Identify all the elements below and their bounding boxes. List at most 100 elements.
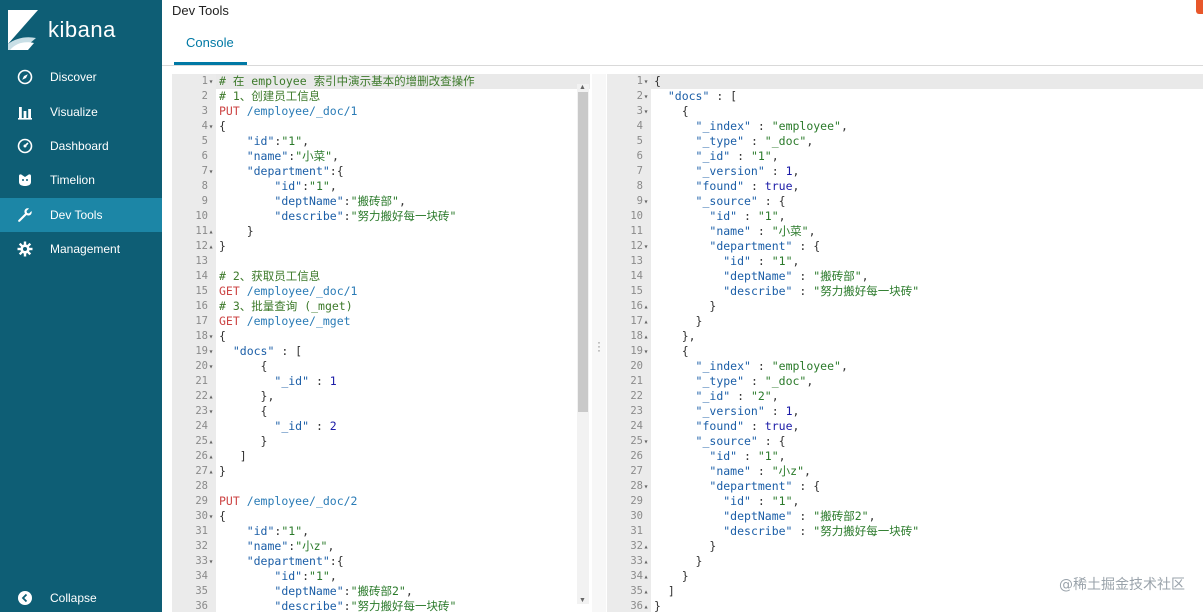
code-line[interactable]: 26 ▴ ] [172, 449, 590, 464]
fold-toggle-icon[interactable]: ▾ [642, 104, 650, 119]
code-line[interactable]: 30 ▾{ [172, 509, 590, 524]
sidebar-item-discover[interactable]: Discover [0, 60, 162, 94]
sidebar-item-timelion[interactable]: Timelion [0, 163, 162, 197]
code-line[interactable]: 33 ▾ "department":{ [172, 554, 590, 569]
fold-toggle-icon[interactable]: ▾ [642, 434, 650, 449]
fold-toggle-icon[interactable]: ▾ [207, 329, 215, 344]
code-line[interactable]: 10 "describe":"努力搬好每一块砖" [172, 209, 590, 224]
code-line[interactable]: 15 GET /employee/_doc/1 [172, 284, 590, 299]
code-line[interactable]: 30 "deptName" : "搬砖部2", [607, 509, 1203, 524]
fold-toggle-icon[interactable]: ▾ [642, 239, 650, 254]
code-line[interactable]: 18 ▴ }, [607, 329, 1203, 344]
sidebar-item-dev-tools[interactable]: Dev Tools [0, 197, 162, 232]
code-line[interactable]: 6 "_id" : "1", [607, 149, 1203, 164]
code-line[interactable]: 7 "_version" : 1, [607, 164, 1203, 179]
fold-toggle-icon[interactable]: ▴ [207, 464, 215, 479]
fold-toggle-icon[interactable]: ▾ [207, 119, 215, 134]
code-line[interactable]: 3 PUT /employee/_doc/1 [172, 104, 590, 119]
code-line[interactable]: 21 "_type" : "_doc", [607, 374, 1203, 389]
fold-toggle-icon[interactable]: ▾ [642, 89, 650, 104]
fold-toggle-icon[interactable]: ▴ [642, 299, 650, 314]
fold-toggle-icon[interactable]: ▾ [207, 509, 215, 524]
code-line[interactable]: 16 ▴ } [607, 299, 1203, 314]
fold-toggle-icon[interactable]: ▾ [642, 194, 650, 209]
code-line[interactable]: 29 "id" : "1", [607, 494, 1203, 509]
code-line[interactable]: 23 ▾ { [172, 404, 590, 419]
code-line[interactable]: 31 "describe" : "努力搬好每一块砖" [607, 524, 1203, 539]
fold-toggle-icon[interactable]: ▾ [207, 359, 215, 374]
scrollbar-thumb[interactable] [578, 92, 588, 412]
code-line[interactable]: 33 ▴ } [607, 554, 1203, 569]
code-line[interactable]: 11 "name" : "小菜", [607, 224, 1203, 239]
fold-toggle-icon[interactable]: ▾ [642, 74, 650, 89]
fold-toggle-icon[interactable]: ▴ [642, 329, 650, 344]
fold-toggle-icon[interactable]: ▴ [642, 314, 650, 329]
fold-toggle-icon[interactable]: ▾ [207, 164, 215, 179]
code-line[interactable]: 12 ▴} [172, 239, 590, 254]
fold-toggle-icon[interactable]: ▴ [207, 224, 215, 239]
code-line[interactable]: 36 "describe":"努力搬好每一块砖" [172, 599, 590, 612]
code-line[interactable]: 9 ▾ "_source" : { [607, 194, 1203, 209]
code-line[interactable]: 17 GET /employee/_mget [172, 314, 590, 329]
code-line[interactable]: 25 ▴ } [172, 434, 590, 449]
request-editor[interactable]: 1 ▾ # 在 employee 索引中演示基本的增删改查操作 2 # 1、创建员工信息… [172, 74, 590, 612]
code-line[interactable]: 23 "_version" : 1, [607, 404, 1203, 419]
code-line[interactable]: 2 ▾ "docs" : [ [607, 89, 1203, 104]
code-line[interactable]: 35 "deptName":"搬砖部2", [172, 584, 590, 599]
code-line[interactable]: 7 ▾ "department":{ [172, 164, 590, 179]
code-line[interactable]: 19 ▾ { [607, 344, 1203, 359]
fold-toggle-icon[interactable]: ▾ [207, 74, 215, 89]
scroll-up-icon[interactable]: ▲ [579, 84, 586, 91]
code-line[interactable]: 32 ▴ } [607, 539, 1203, 554]
fold-toggle-icon[interactable]: ▴ [642, 539, 650, 554]
code-line[interactable]: 21 "_id" : 1 [172, 374, 590, 389]
fold-toggle-icon[interactable]: ▴ [642, 554, 650, 569]
fold-toggle-icon[interactable]: ▾ [207, 554, 215, 569]
code-line[interactable]: 2 # 1、创建员工信息 [172, 89, 590, 104]
code-line[interactable]: 5 "id":"1", [172, 134, 590, 149]
code-line[interactable]: 16 # 3、批量查询 (_mget) [172, 299, 590, 314]
code-line[interactable]: 25 ▾ "_source" : { [607, 434, 1203, 449]
sidebar-item-dashboard[interactable]: Dashboard [0, 129, 162, 163]
code-line[interactable]: 4 "_index" : "employee", [607, 119, 1203, 134]
request-editor-scrollbar[interactable]: ▲ ▼ [577, 84, 589, 604]
code-line[interactable]: 22 ▴ }, [172, 389, 590, 404]
response-viewer[interactable]: 1 ▾ {2 ▾ "docs" : [3 ▾ {4 "_index" : "employ… [607, 74, 1203, 612]
code-line[interactable]: 34 "id":"1", [172, 569, 590, 584]
code-line[interactable]: 8 "found" : true, [607, 179, 1203, 194]
fold-toggle-icon[interactable]: ▾ [642, 344, 650, 359]
code-line[interactable]: 26 "id" : "1", [607, 449, 1203, 464]
fold-toggle-icon[interactable]: ▴ [642, 584, 650, 599]
code-line[interactable]: 10 "id" : "1", [607, 209, 1203, 224]
code-line[interactable]: 15 "describe" : "努力搬好每一块砖" [607, 284, 1203, 299]
code-line[interactable]: 19 ▾ "docs" : [ [172, 344, 590, 359]
code-line[interactable]: 1 ▾ # 在 employee 索引中演示基本的增删改查操作 [172, 74, 590, 89]
code-line[interactable]: 27 "name" : "小z", [607, 464, 1203, 479]
fold-toggle-icon[interactable]: ▾ [642, 479, 650, 494]
code-line[interactable]: 12 ▾ "department" : { [607, 239, 1203, 254]
fold-toggle-icon[interactable]: ▴ [207, 449, 215, 464]
pane-splitter[interactable]: · · · [592, 74, 606, 612]
code-line[interactable]: 3 ▾ { [607, 104, 1203, 119]
code-line[interactable]: 20 "_index" : "employee", [607, 359, 1203, 374]
code-line[interactable]: 14 # 2、获取员工信息 [172, 269, 590, 284]
fold-toggle-icon[interactable]: ▴ [207, 239, 215, 254]
scroll-down-icon[interactable]: ▼ [579, 597, 586, 604]
code-line[interactable]: 11 ▴ } [172, 224, 590, 239]
code-line[interactable]: 20 ▾ { [172, 359, 590, 374]
collapse-button[interactable]: Collapse [0, 584, 162, 612]
sidebar-item-visualize[interactable]: Visualize [0, 94, 162, 128]
code-line[interactable]: 17 ▴ } [607, 314, 1203, 329]
code-line[interactable]: 24 "_id" : 2 [172, 419, 590, 434]
code-line[interactable]: 5 "_type" : "_doc", [607, 134, 1203, 149]
code-line[interactable]: 18 ▾{ [172, 329, 590, 344]
code-line[interactable]: 36 ▴} [607, 599, 1203, 612]
fold-toggle-icon[interactable]: ▴ [642, 569, 650, 584]
code-line[interactable]: 24 "found" : true, [607, 419, 1203, 434]
code-line[interactable]: 31 "id":"1", [172, 524, 590, 539]
kibana-logo[interactable]: kibana [8, 8, 158, 52]
code-line[interactable]: 13 "id" : "1", [607, 254, 1203, 269]
code-line[interactable]: 32 "name":"小z", [172, 539, 590, 554]
code-line[interactable]: 27 ▴} [172, 464, 590, 479]
notification-badge[interactable] [1196, 0, 1203, 14]
